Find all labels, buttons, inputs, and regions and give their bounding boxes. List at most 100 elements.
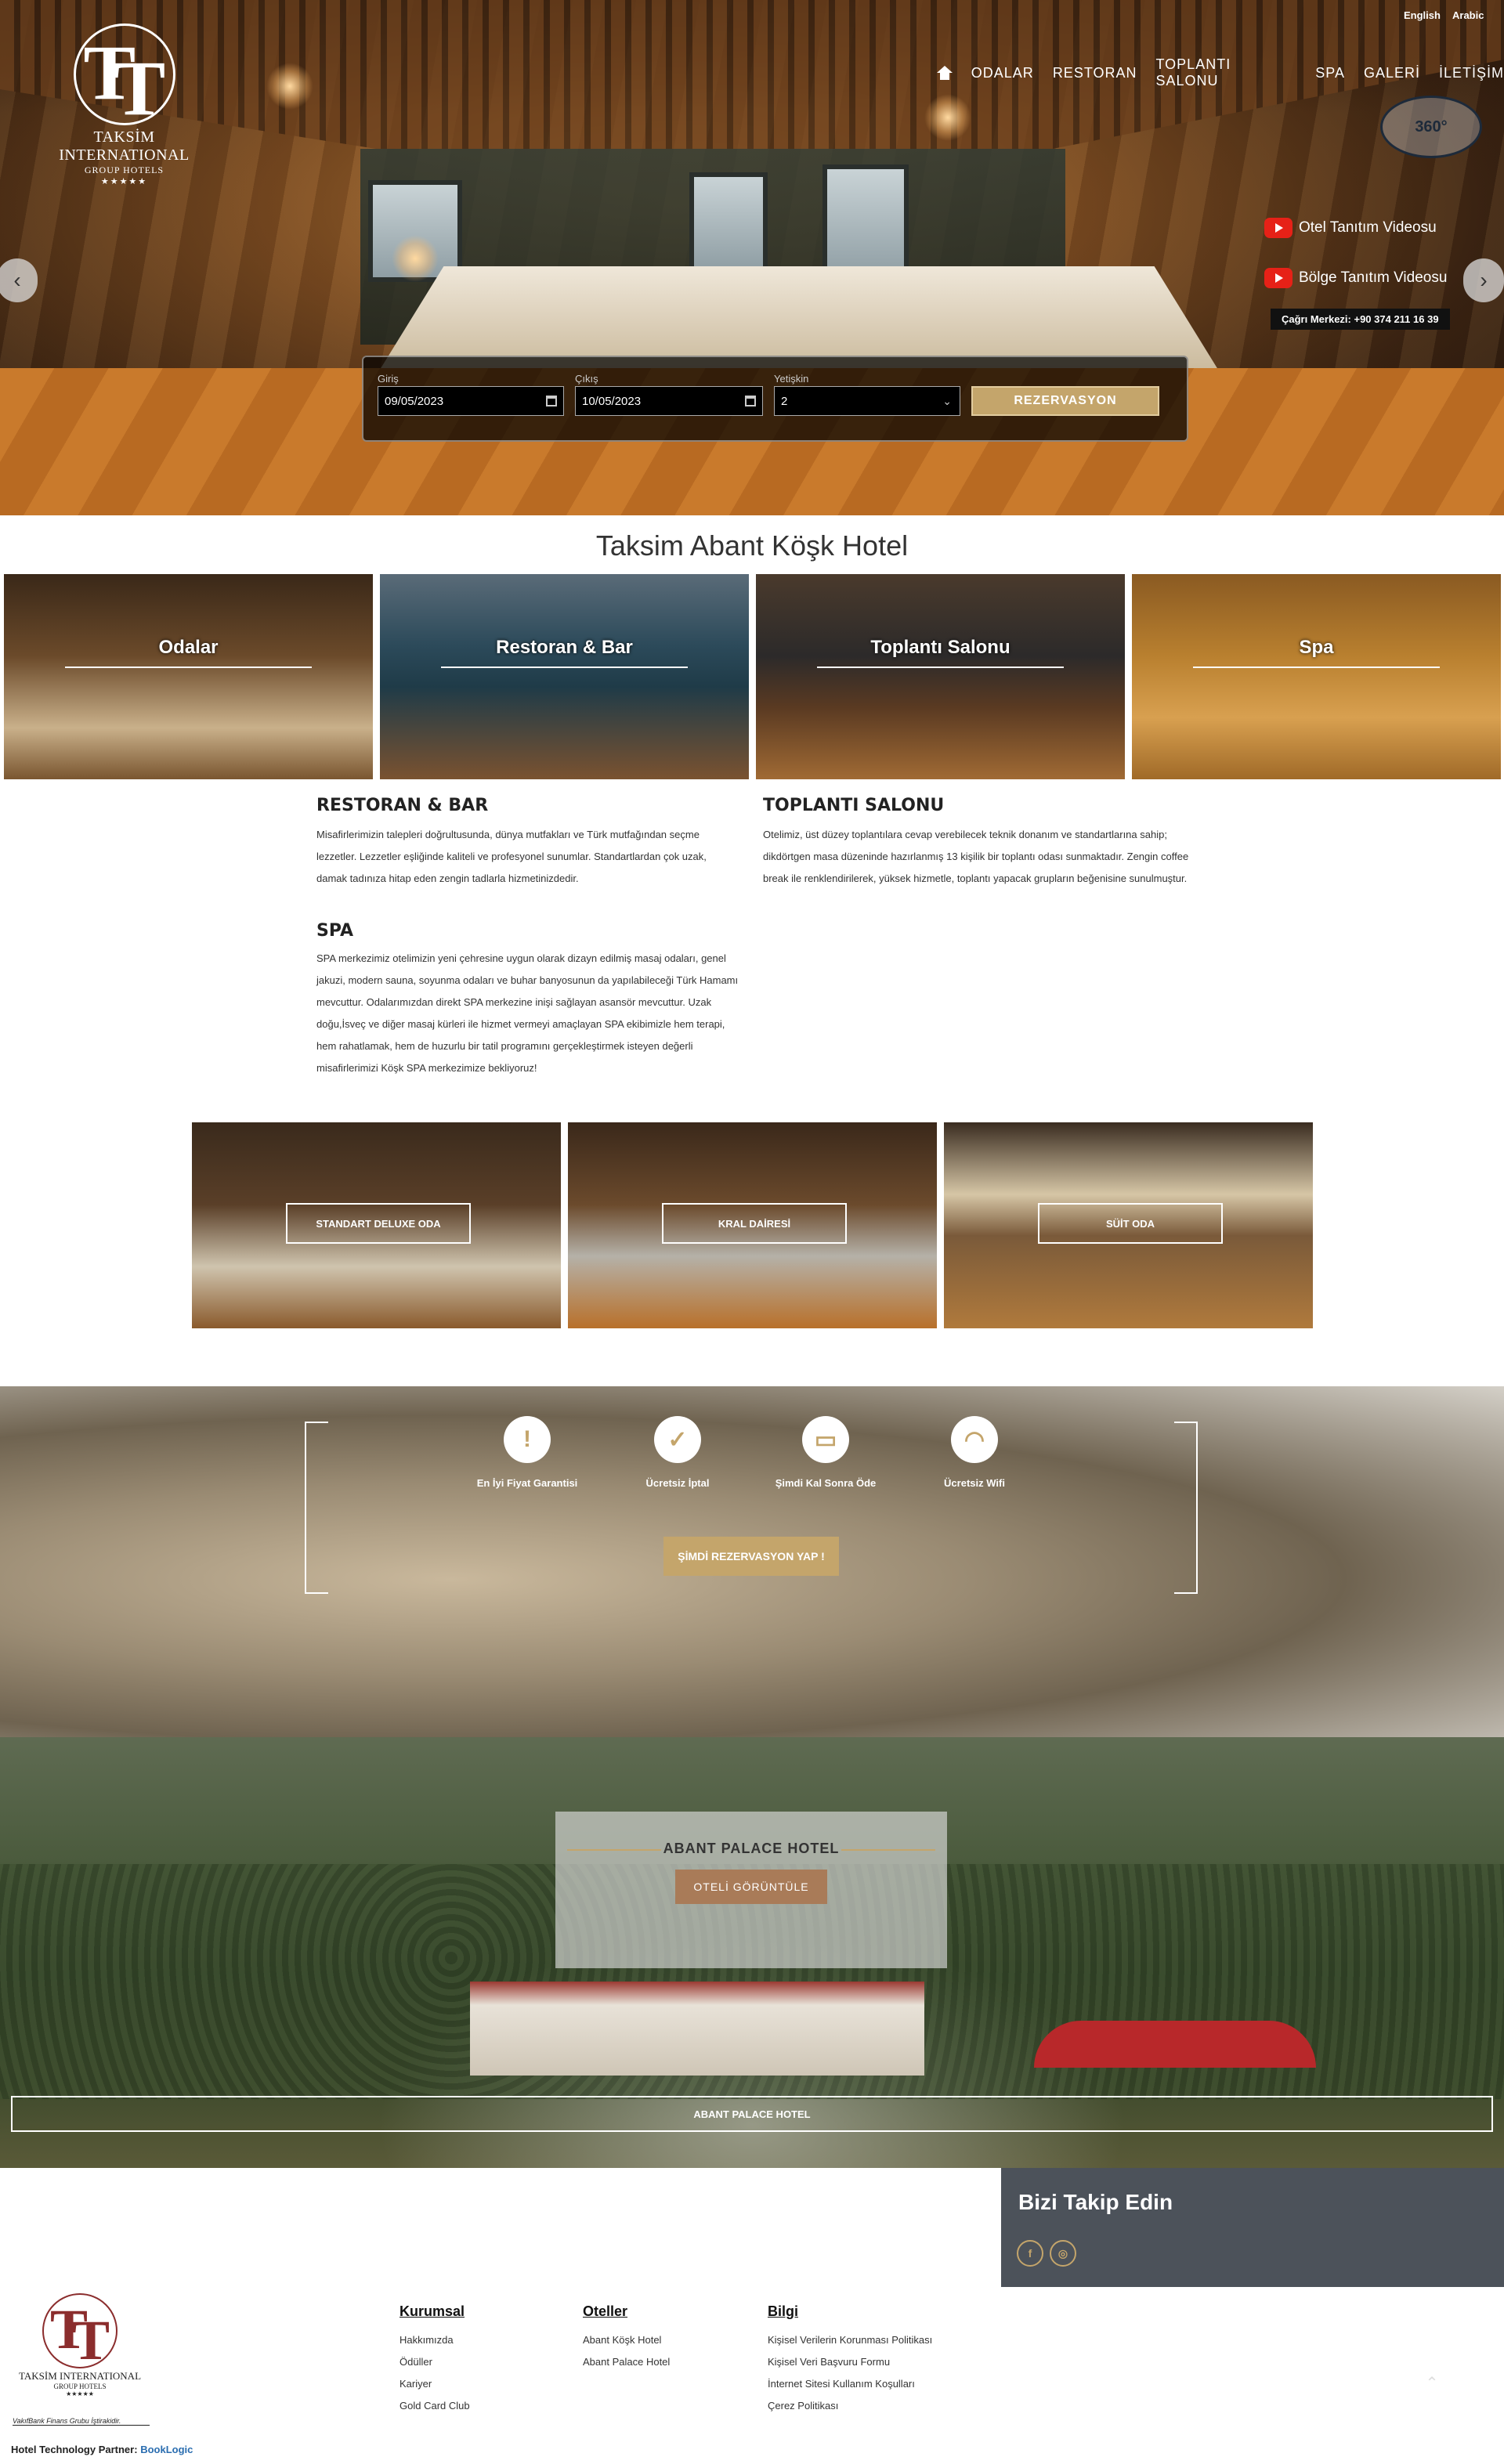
- footer-logo-subtitle: GROUP HOTELS: [53, 2383, 107, 2390]
- room-label: SÜİT ODA: [1038, 1203, 1223, 1244]
- nav-galeri[interactable]: GALERİ: [1364, 65, 1420, 81]
- room-label: STANDART DELUXE ODA: [286, 1203, 471, 1244]
- tile-label: Odalar: [158, 637, 219, 658]
- dome-roof: [1034, 2021, 1316, 2068]
- view-hotel-button[interactable]: OTELİ GÖRÜNTÜLE: [675, 1870, 827, 1904]
- footer-link[interactable]: Gold Card Club: [400, 2400, 470, 2412]
- footer-logo[interactable]: TT TAKSİM INTERNATIONAL GROUP HOTELS ★★★…: [17, 2293, 143, 2397]
- amenity-free-cancel: ✓ Ücretsiz İptal: [615, 1416, 740, 1489]
- call-center-badge[interactable]: Çağrı Merkezi: +90 374 211 16 39: [1271, 309, 1450, 330]
- credit-card-icon: ▭: [802, 1416, 849, 1463]
- logo-emblem: TT: [42, 2293, 118, 2368]
- window: [822, 164, 909, 282]
- logo-emblem: TT: [73, 23, 175, 128]
- logo-subtitle: GROUP HOTELS: [84, 164, 164, 175]
- room-card-kral-dairesi[interactable]: KRAL DAİRESİ: [568, 1122, 937, 1328]
- footer-col-kurumsal: Kurumsal: [400, 2303, 465, 2319]
- footer-logo-stars: ★★★★★: [66, 2390, 94, 2397]
- footer-link[interactable]: Hakkımızda: [400, 2334, 454, 2346]
- tile-divider: [65, 667, 312, 668]
- nav-iletisim[interactable]: İLETİŞİM: [1439, 65, 1504, 81]
- scroll-top-button[interactable]: ⌃: [1416, 2373, 1448, 2404]
- room-card-standart-deluxe[interactable]: STANDART DELUXE ODA: [192, 1122, 561, 1328]
- checkout-input[interactable]: 10/05/2023: [575, 386, 763, 416]
- facebook-icon[interactable]: f: [1017, 2240, 1043, 2267]
- chevron-right-icon: ›: [1480, 268, 1488, 292]
- spa-text: SPA merkezimiz otelimizin yeni çehresine…: [316, 952, 739, 1074]
- footer-link[interactable]: Kişisel Veri Başvuru Formu: [768, 2356, 890, 2368]
- calendar-icon: [546, 396, 557, 406]
- room-label: KRAL DAİRESİ: [662, 1203, 847, 1244]
- amenity-best-price: ! En İyi Fiyat Garantisi: [465, 1416, 590, 1489]
- region-video-link[interactable]: Bölge Tanıtım Videosu: [1264, 268, 1447, 288]
- tile-label: Restoran & Bar: [496, 637, 633, 658]
- calendar-icon: [745, 396, 756, 406]
- partner-label: Hotel Technology Partner:: [11, 2444, 138, 2455]
- hotel-video-label: Otel Tanıtım Videosu: [1299, 219, 1437, 236]
- room-card-suit-oda[interactable]: SÜİT ODA: [944, 1122, 1313, 1328]
- bedside-lamp: [392, 235, 439, 282]
- wifi-icon: ◠: [951, 1416, 998, 1463]
- footer-link[interactable]: Ödüller: [400, 2356, 432, 2368]
- booklogic-link[interactable]: BookLogic: [140, 2444, 193, 2455]
- amenity-pay-later: ▭ Şimdi Kal Sonra Öde: [763, 1416, 888, 1489]
- reservation-button[interactable]: REZERVASYON: [971, 386, 1159, 416]
- tile-label: Spa: [1299, 637, 1334, 658]
- footer-logo-name: TAKSİM INTERNATIONAL: [18, 2370, 142, 2382]
- tile-toplanti-salonu[interactable]: Toplantı Salonu: [756, 574, 1125, 779]
- lang-arabic[interactable]: Arabic: [1452, 9, 1484, 21]
- footer-link[interactable]: Çerez Politikası: [768, 2400, 838, 2412]
- chevron-up-icon: ⌃: [1425, 2375, 1439, 2392]
- tile-odalar[interactable]: Odalar: [4, 574, 373, 779]
- lang-english[interactable]: English: [1404, 9, 1441, 21]
- instagram-icon[interactable]: ◎: [1050, 2240, 1076, 2267]
- tile-divider: [1193, 667, 1440, 668]
- nav-odalar[interactable]: ODALAR: [971, 65, 1034, 81]
- tile-spa[interactable]: Spa: [1132, 574, 1501, 779]
- adults-value: 2: [781, 395, 788, 408]
- spa-heading: SPA: [316, 921, 353, 941]
- adults-select[interactable]: 2 ⌄: [774, 386, 960, 416]
- restoran-text: Misafirlerimizin talepleri doğrultusunda…: [316, 829, 707, 884]
- tile-divider: [817, 667, 1064, 668]
- site-logo[interactable]: TT TAKSİM INTERNATIONAL GROUP HOTELS ★★★…: [28, 23, 220, 186]
- tile-restoran-bar[interactable]: Restoran & Bar: [380, 574, 749, 779]
- adults-label: Yetişkin: [774, 373, 809, 385]
- amenity-label: Ücretsiz Wifi: [944, 1477, 1005, 1489]
- toplanti-heading: TOPLANTI SALONU: [763, 796, 945, 815]
- nav-restoran[interactable]: RESTORAN: [1053, 65, 1137, 81]
- palace-title: ABANT PALACE HOTEL: [663, 1841, 840, 1856]
- footer-link[interactable]: Kişisel Verilerin Korunması Politikası: [768, 2334, 932, 2346]
- footer-link[interactable]: Abant Palace Hotel: [583, 2356, 670, 2368]
- amenity-free-wifi: ◠ Ücretsiz Wifi: [912, 1416, 1037, 1489]
- frame-bracket-left: [305, 1422, 328, 1594]
- amenity-label: Ücretsiz İptal: [645, 1477, 710, 1489]
- region-video-label: Bölge Tanıtım Videosu: [1299, 269, 1448, 286]
- palace-link-bar[interactable]: ABANT PALACE HOTEL: [11, 2096, 1493, 2132]
- vakifbank-note: VakıfBank Finans Grubu İştirakidir.: [13, 2417, 150, 2426]
- virtual-tour-360-button[interactable]: 360°: [1380, 96, 1482, 158]
- nav-spa[interactable]: SPA: [1315, 65, 1345, 81]
- footer-link[interactable]: İnternet Sitesi Kullanım Koşulları: [768, 2378, 915, 2390]
- palace-building: [470, 1982, 924, 2076]
- follow-panel: [1001, 2168, 1504, 2287]
- check-icon: ✓: [654, 1416, 701, 1463]
- tile-label: Toplantı Salonu: [870, 637, 1010, 658]
- ceiling-light: [266, 63, 313, 110]
- nav-toplanti-salonu[interactable]: TOPLANTI SALONU: [1156, 56, 1297, 89]
- tile-divider: [441, 667, 688, 668]
- main-nav: ODALAR RESTORAN TOPLANTI SALONU SPA GALE…: [937, 56, 1504, 89]
- frame-bracket-right: [1174, 1422, 1198, 1594]
- amenity-label: Şimdi Kal Sonra Öde: [775, 1477, 877, 1489]
- book-now-button[interactable]: ŞİMDİ REZERVASYON YAP !: [663, 1537, 839, 1576]
- footer-link[interactable]: Abant Köşk Hotel: [583, 2334, 661, 2346]
- slider-prev-button[interactable]: ‹: [0, 258, 38, 302]
- logo-name: TAKSİM INTERNATIONAL: [59, 128, 190, 164]
- slider-next-button[interactable]: ›: [1463, 258, 1504, 302]
- window: [689, 172, 768, 274]
- home-icon[interactable]: [937, 66, 953, 80]
- footer-link[interactable]: Kariyer: [400, 2378, 432, 2390]
- tech-partner: Hotel Technology Partner: BookLogic: [11, 2444, 193, 2455]
- checkin-input[interactable]: 09/05/2023: [378, 386, 564, 416]
- hotel-video-link[interactable]: Otel Tanıtım Videosu: [1264, 218, 1437, 238]
